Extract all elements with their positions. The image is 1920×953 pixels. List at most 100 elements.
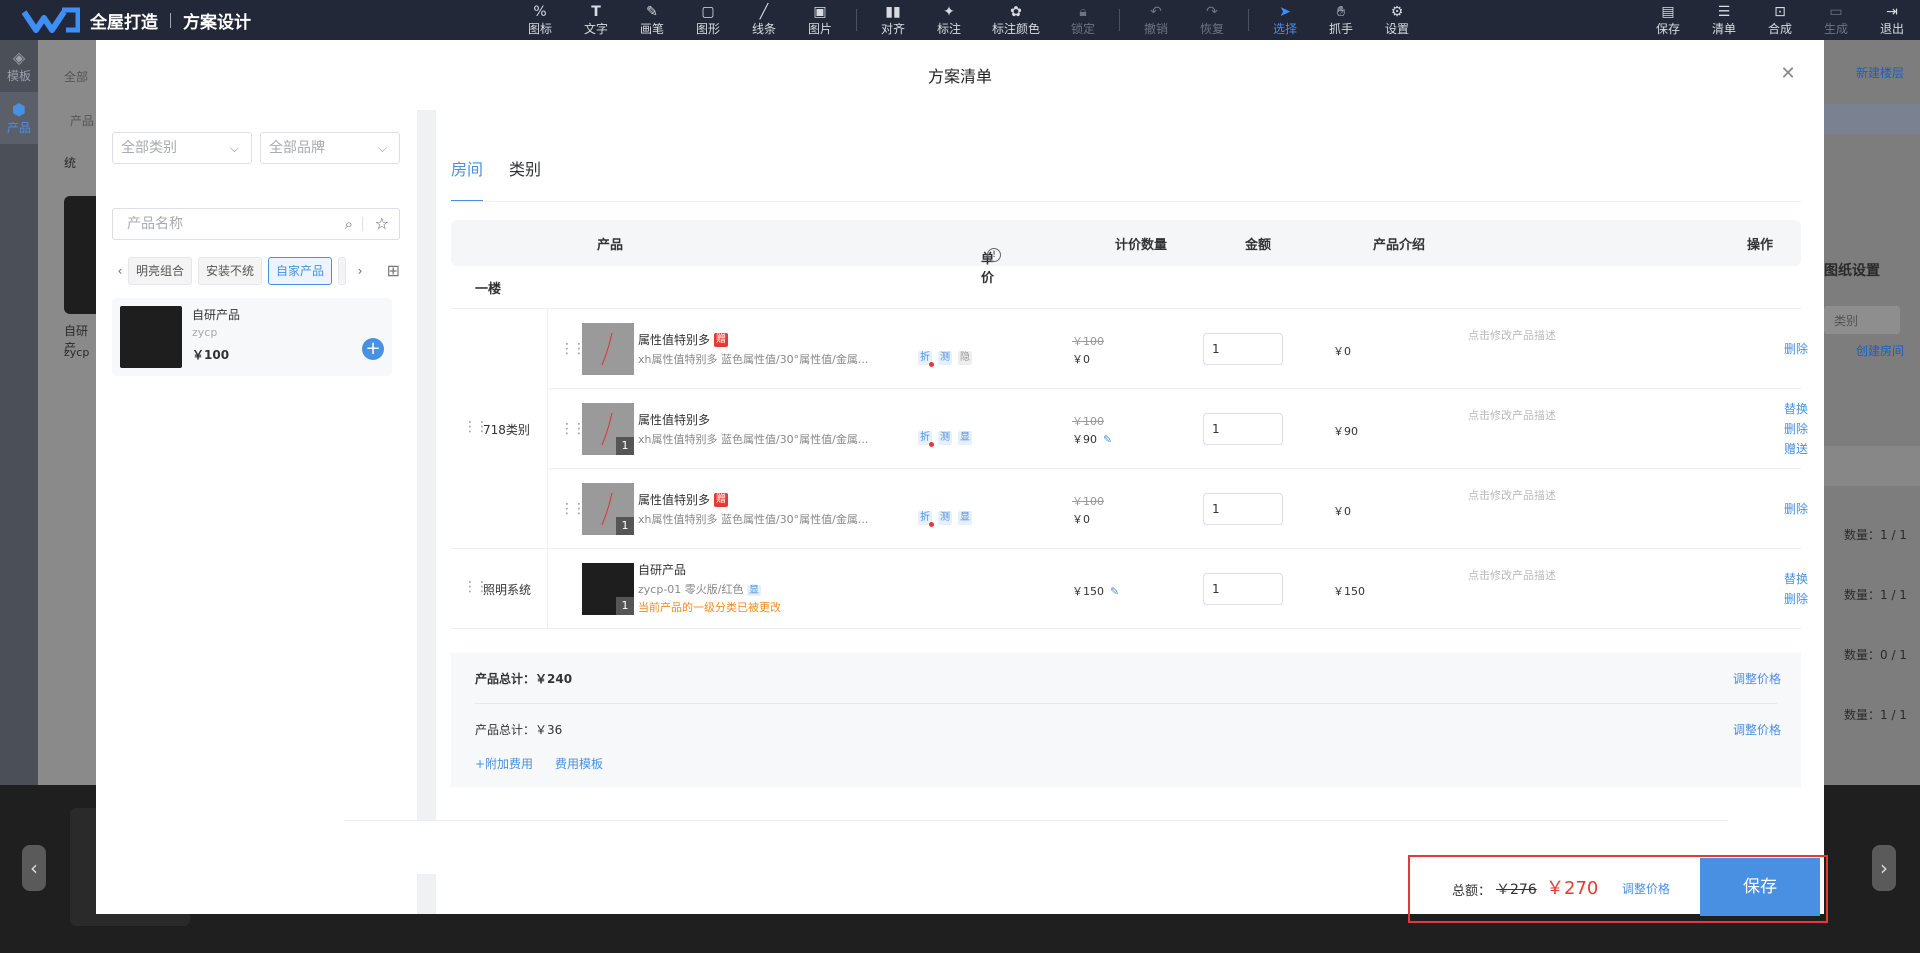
close-icon[interactable]: ✕ [1780, 65, 1796, 83]
product-intro[interactable]: 点击修改产品描述 [1468, 487, 1556, 503]
qty-input[interactable]: 1 [1203, 333, 1283, 365]
drawing-settings-title: 图纸设置 [1824, 263, 1880, 279]
view-tabs: 房间 类别 [451, 160, 567, 202]
info-icon[interactable]: ! [987, 248, 1001, 262]
product-intro[interactable]: 点击修改产品描述 [1468, 567, 1556, 583]
adjust-total-link[interactable]: 调整价格 [1622, 880, 1670, 897]
tool-annotate[interactable]: ✦ 标注 [921, 0, 977, 40]
library-product-card[interactable]: 自研产品 zycp ￥100 + [112, 298, 392, 376]
replace-link[interactable]: 替换 [1784, 399, 1808, 419]
star-icon[interactable]: ☆ [375, 209, 389, 239]
category-changed-warning: 当前产品的一级分类已被更改 [638, 601, 781, 614]
save-tool-button[interactable]: ▤ 保存 [1640, 0, 1696, 40]
brand-select[interactable]: 全部品牌 ⌵ [260, 132, 400, 164]
image-icon: ▣ [813, 3, 827, 20]
measure-tag: 测 [938, 351, 952, 365]
compose-tool-button[interactable]: ⊡ 合成 [1752, 0, 1808, 40]
add-icon[interactable]: + [362, 338, 384, 360]
unit-price: ￥150 ✎ [1072, 583, 1119, 599]
tool-icon[interactable]: % 图标 [512, 0, 568, 40]
adjust-price-link[interactable]: 调整价格 [1733, 670, 1781, 687]
delete-link[interactable]: 删除 [1784, 339, 1808, 359]
drag-handle-icon[interactable]: ⋮⋮ [560, 421, 586, 437]
tool-label: 设置 [1384, 21, 1409, 36]
edit-icon[interactable]: ✎ [1103, 433, 1112, 446]
tool-redo[interactable]: ↷ 恢复 [1184, 0, 1240, 40]
gift-badge: 赠 [714, 332, 729, 347]
tool-align[interactable]: ▮▮ 对齐 [865, 0, 921, 40]
tool-image[interactable]: ▣ 图片 [792, 0, 848, 40]
panel-divider [418, 110, 436, 914]
tool-label: 文字 [583, 21, 608, 36]
toolbar-right: ▤ 保存 ☰ 清单 ⊡ 合成 ▭ 生成 ⇥ 退出 [1640, 0, 1920, 40]
gift-link[interactable]: 赠送 [1784, 439, 1808, 459]
row-divider [451, 628, 1801, 629]
chevron-left-icon[interactable]: ‹ [112, 257, 128, 285]
tool-hand[interactable]: ✋︎ 抓手 [1313, 0, 1369, 40]
top-toolbar: 全屋打造 方案设计 % 图标 T 文字 ✎ 画笔 ▢ 图形 ╱ 线条 ▣ 图片 ▮▮ 对齐 ✦… [0, 0, 1920, 40]
tool-label: 撤销 [1143, 21, 1168, 36]
product-search-input[interactable]: 产品名称 ⌕ ☆ [112, 208, 400, 240]
tool-label: 图片 [807, 21, 832, 36]
tab-category[interactable]: 类别 [509, 160, 541, 202]
save-button[interactable]: 保存 [1700, 858, 1820, 916]
chip-overflow[interactable] [338, 257, 346, 285]
chevron-right-icon[interactable]: › [352, 257, 368, 285]
product-intro[interactable]: 点击修改产品描述 [1468, 407, 1556, 423]
generate-tool-button[interactable]: ▭ 生成 [1808, 0, 1864, 40]
tool-annotate-color[interactable]: ✿ 标注颜色 [977, 0, 1055, 40]
chevron-down-icon: ⌵ [229, 141, 239, 155]
edit-icon[interactable]: ✎ [1110, 585, 1119, 598]
drag-handle-icon[interactable]: ⋮⋮ [560, 501, 586, 517]
create-room-link[interactable]: 创建房间 [1856, 342, 1904, 359]
chevron-left-icon[interactable]: ‹ [22, 845, 46, 891]
tab-room[interactable]: 房间 [451, 160, 484, 202]
list-tool-button[interactable]: ☰ 清单 [1696, 0, 1752, 40]
nav-template[interactable]: ◈ 模板 [0, 40, 38, 92]
search-icon[interactable]: ⌕ [345, 209, 353, 239]
tool-label: 合成 [1767, 21, 1792, 36]
drag-handle-icon[interactable]: ⋮⋮ [560, 341, 586, 357]
tool-line[interactable]: ╱ 线条 [736, 0, 792, 40]
adjust-fee-link[interactable]: 调整价格 [1733, 721, 1781, 738]
qty-input[interactable]: 1 [1203, 413, 1283, 445]
tool-text[interactable]: T 文字 [568, 0, 624, 40]
delete-link[interactable]: 删除 [1784, 499, 1808, 519]
delete-link[interactable]: 删除 [1784, 589, 1808, 609]
section-name: 方案设计 [183, 12, 251, 33]
tool-shape[interactable]: ▢ 图形 [680, 0, 736, 40]
tool-label: 图标 [527, 21, 552, 36]
replace-link[interactable]: 替换 [1784, 569, 1808, 589]
tool-brush[interactable]: ✎ 画笔 [624, 0, 680, 40]
product-intro[interactable]: 点击修改产品描述 [1468, 327, 1556, 343]
toolbar-divider [856, 9, 857, 31]
chip-bright-combo[interactable]: 明亮组合 [128, 257, 192, 285]
tool-undo[interactable]: ↶ 撤销 [1128, 0, 1184, 40]
chip-own-products[interactable]: 自家产品 [268, 257, 332, 285]
fee-total-label: 产品总计： [475, 723, 536, 737]
new-floor-link[interactable]: 新建楼层 [1856, 64, 1904, 81]
qty-badge: 1 [616, 517, 634, 535]
chip-install-uneven[interactable]: 安装不统 [198, 257, 262, 285]
tool-lock[interactable]: 🔒︎ 锁定 [1055, 0, 1111, 40]
add-fee-link[interactable]: +附加费用 [475, 755, 533, 772]
delete-link[interactable]: 删除 [1784, 419, 1808, 439]
chevron-right-icon[interactable]: › [1872, 845, 1896, 891]
qty-input[interactable]: 1 [1203, 493, 1283, 525]
exit-icon: ⇥ [1886, 3, 1898, 20]
search-divider [362, 217, 363, 231]
exit-tool-button[interactable]: ⇥ 退出 [1864, 0, 1920, 40]
tool-label: 选择 [1272, 21, 1297, 36]
grid-icon[interactable]: ⊞ [387, 261, 400, 280]
cube-icon: ⬢ [12, 100, 26, 119]
qty-input[interactable]: 1 [1203, 573, 1283, 605]
tool-settings[interactable]: ⚙ 设置 [1369, 0, 1425, 40]
alert-dot-icon [929, 362, 934, 367]
fee-template-link[interactable]: 费用模板 [555, 755, 603, 772]
measure-tag: 测 [938, 511, 952, 525]
bg-count: 数量：0 / 1 [1844, 648, 1907, 662]
tool-select[interactable]: ➤ 选择 [1257, 0, 1313, 40]
nav-product[interactable]: ⬢ 产品 [0, 92, 38, 144]
category-select[interactable]: 全部类别 ⌵ [112, 132, 252, 164]
tool-group: % 图标 T 文字 ✎ 画笔 ▢ 图形 ╱ 线条 ▣ 图片 ▮▮ 对齐 ✦ 标注 ✿ 标注颜色 🔒… [512, 0, 1425, 40]
